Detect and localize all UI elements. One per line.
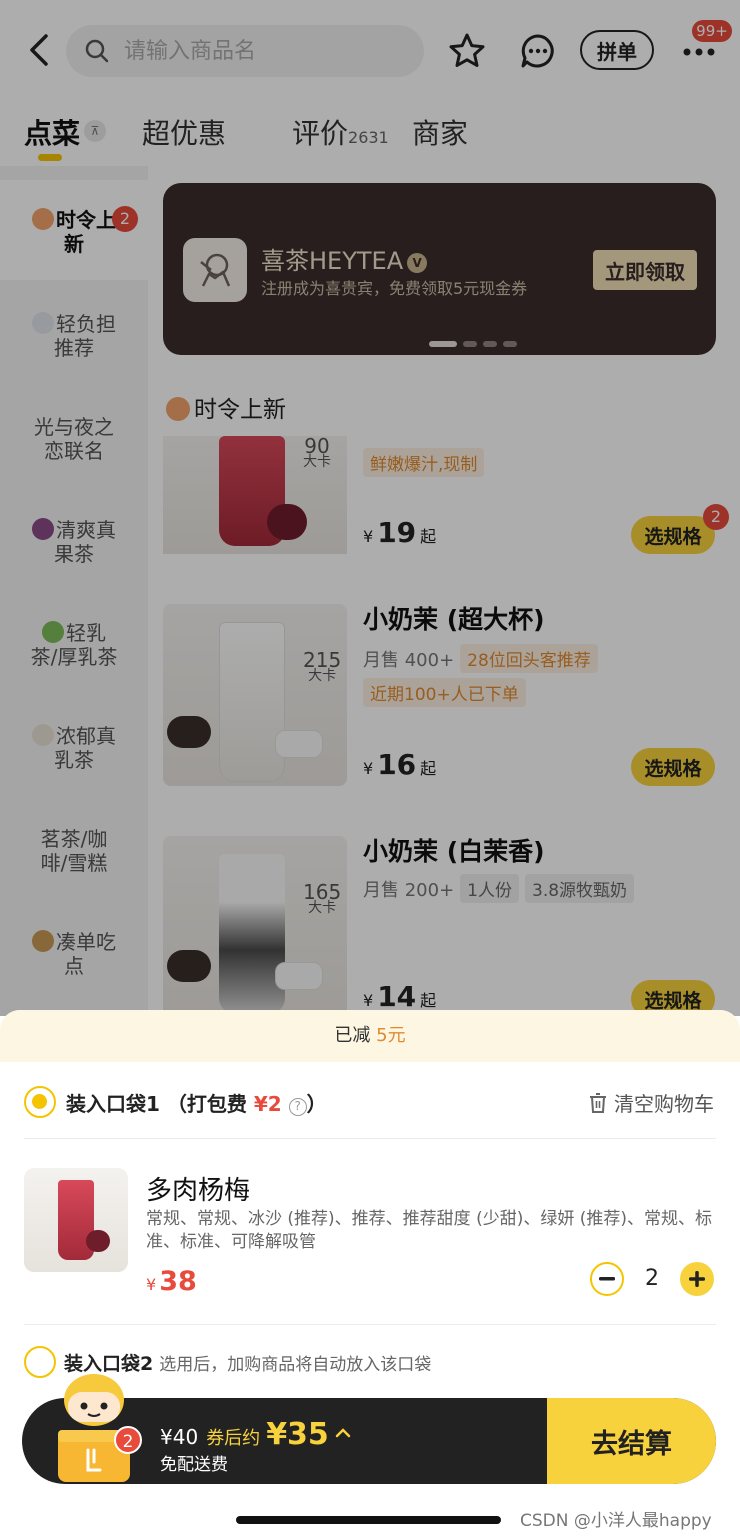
packing-fee: ¥2: [253, 1092, 282, 1116]
app-screen: 拼单 99+ 点菜 ⊼ 超优惠 评价2631 商家 时令上 新 2 轻负担 推荐…: [0, 0, 740, 1536]
final-price: ¥35: [266, 1417, 329, 1452]
chevron-up-icon[interactable]: [335, 1428, 351, 1438]
bag-1-label: 装入口袋1 （打包费 ¥2 ?）: [66, 1088, 327, 1117]
cart-item-options: 常规、常规、冰沙 (推荐)、推荐、推荐甜度 (少甜)、绿妍 (推荐)、常规、标准…: [146, 1209, 713, 1252]
minus-icon: [599, 1277, 615, 1281]
trash-icon: [590, 1092, 606, 1113]
clear-cart-button[interactable]: 清空购物车: [588, 1088, 714, 1117]
price-summary: ¥40 券后约 ¥35: [160, 1417, 351, 1452]
divider: [24, 1324, 716, 1325]
quantity-stepper: 2: [590, 1262, 716, 1298]
bag-1-radio[interactable]: [24, 1086, 56, 1118]
discount-amount: 5元: [376, 1025, 406, 1046]
cart-item-price: ¥38: [146, 1266, 197, 1297]
increase-quantity-button[interactable]: [680, 1262, 714, 1296]
decrease-quantity-button[interactable]: [590, 1262, 624, 1296]
clear-cart-label: 清空购物车: [614, 1092, 714, 1116]
divider: [24, 1138, 716, 1139]
cart-item-name: 多肉杨梅: [146, 1176, 251, 1206]
discount-prefix: 已减: [334, 1025, 371, 1046]
bag-1-text: 装入口袋1 （打包费: [66, 1092, 247, 1116]
bag-1-close: ）: [306, 1092, 327, 1116]
help-icon[interactable]: ?: [288, 1098, 307, 1116]
currency-symbol: ¥: [146, 1275, 157, 1294]
delivery-fee-label: 免配送费: [160, 1455, 228, 1475]
home-indicator: [236, 1516, 501, 1524]
original-price: ¥40: [160, 1425, 199, 1449]
cart-count-badge: 2: [114, 1426, 142, 1454]
coupon-label: 券后约: [206, 1428, 261, 1449]
bag-1-row: 装入口袋1 （打包费 ¥2 ?） 清空购物车: [24, 1084, 716, 1124]
price-value: 38: [159, 1266, 197, 1297]
quantity-value: 2: [645, 1266, 659, 1291]
modal-backdrop[interactable]: [0, 0, 740, 1016]
plus-icon: [689, 1271, 705, 1287]
checkout-button[interactable]: 去结算: [547, 1398, 716, 1484]
bayberry-image: [86, 1230, 110, 1252]
discount-banner: 已减 5元: [0, 1010, 740, 1062]
bag-2-hint: 选用后，加购商品将自动放入该口袋: [159, 1355, 432, 1375]
watermark: CSDN @小洋人最happy: [520, 1511, 712, 1531]
cart-item-image: [24, 1168, 128, 1272]
